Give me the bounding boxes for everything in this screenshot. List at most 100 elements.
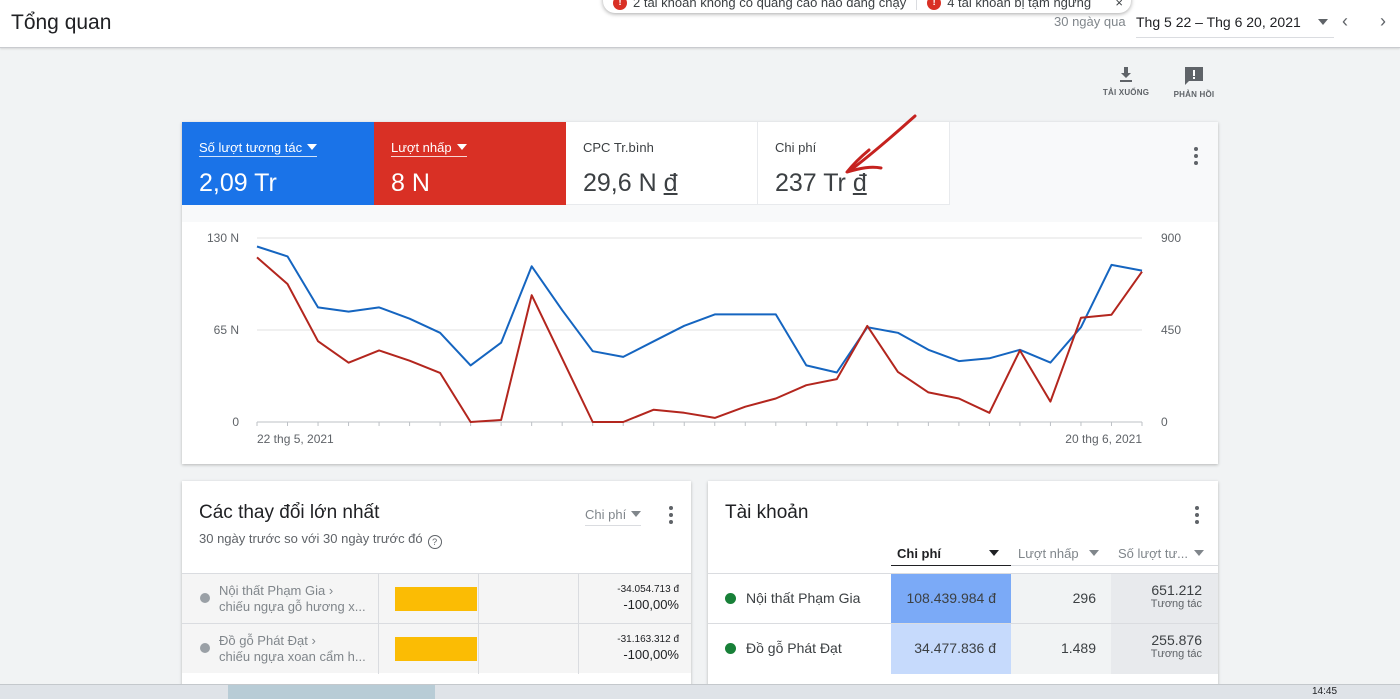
status-dot-icon xyxy=(200,643,210,653)
biggest-changes-card: Các thay đổi lớn nhất 30 ngày trước so v… xyxy=(182,481,691,699)
metric-clicks[interactable]: Lượt nhấp 8 N xyxy=(374,122,566,205)
feedback-label: PHẢN HỒI xyxy=(1173,90,1215,99)
metric-label[interactable]: Lượt nhấp xyxy=(391,140,467,157)
card-title: Các thay đổi lớn nhất xyxy=(199,502,380,523)
x-tick-label: 20 thg 6, 2021 xyxy=(1065,432,1142,446)
table-row[interactable]: Đồ gỗ Phát Đạt 34.477.836 đ 1.489 255.87… xyxy=(708,623,1218,674)
sort-caret-icon xyxy=(1194,550,1205,556)
alert-text: 4 tài khoản bị tạm ngừng xyxy=(947,0,1092,10)
change-amount: -34.054.713 đ xyxy=(617,584,679,595)
currency-symbol: đ xyxy=(663,169,678,197)
cost-cell: 108.439.984 đ xyxy=(891,574,1011,624)
metric-label: Chi phí xyxy=(775,140,817,155)
account-name: Đồ gỗ Phát Đạt › xyxy=(219,633,316,648)
y2-tick-label: 450 xyxy=(1161,323,1181,337)
column-header-clicks[interactable]: Lượt nhấp xyxy=(1018,546,1099,561)
account-name: Đồ gỗ Phát Đạt xyxy=(746,640,842,656)
interactions-cell: 255.876 Tương tác xyxy=(1111,624,1218,674)
feedback-icon xyxy=(1185,67,1203,85)
error-icon: ! xyxy=(613,0,627,10)
column-underline xyxy=(1011,565,1218,566)
more-options-icon[interactable] xyxy=(1195,506,1199,527)
alert-item[interactable]: ! 2 tài khoản không có quảng cáo nào đan… xyxy=(613,0,906,10)
dropdown-caret-icon xyxy=(307,144,318,150)
help-icon[interactable]: ? xyxy=(427,535,442,549)
list-item[interactable]: Nội thất Phạm Gia › chiếu ngựa gỗ hương … xyxy=(182,573,691,624)
change-bar xyxy=(395,587,477,611)
sort-caret-icon xyxy=(989,550,1000,556)
x-tick-label: 22 thg 5, 2021 xyxy=(257,432,334,446)
more-options-icon[interactable] xyxy=(1194,147,1198,168)
alert-text: 2 tài khoản không có quảng cáo nào đang … xyxy=(633,0,907,10)
metric-label[interactable]: Số lượt tương tác xyxy=(199,140,318,157)
next-period-button[interactable]: › xyxy=(1380,11,1386,32)
column-divider xyxy=(578,624,579,674)
change-bar xyxy=(395,637,477,661)
chart-area: 130 N 900 65 N 450 0 0 22 thg 5, 2021 20 thg 6,… xyxy=(182,222,1218,464)
list-item[interactable]: Đồ gỗ Phát Đạt › chiếu ngựa xoan cẩm h..… xyxy=(182,623,691,674)
column-header-interactions[interactable]: Số lượt tư... xyxy=(1118,546,1205,561)
more-options-icon[interactable] xyxy=(669,506,673,527)
download-icon xyxy=(1120,67,1132,82)
alert-item[interactable]: ! 4 tài khoản bị tạm ngừng xyxy=(927,0,1091,10)
download-button[interactable]: TẢI XUỐNG xyxy=(1094,66,1158,97)
sort-caret-icon xyxy=(1088,550,1099,556)
date-range-select[interactable]: Thg 5 22 – Thg 6 20, 2021 xyxy=(1136,12,1334,38)
card-title: Tài khoản xyxy=(725,502,809,523)
campaign-name: chiếu ngựa gỗ hương x... xyxy=(219,599,366,614)
column-header-cost[interactable]: Chi phí xyxy=(897,546,1000,561)
download-label: TẢI XUỐNG xyxy=(1102,88,1150,97)
metric-value: 2,09 Tr xyxy=(199,169,277,197)
column-divider xyxy=(578,574,579,624)
y2-tick-label: 0 xyxy=(1161,415,1168,429)
change-percent: -100,00% xyxy=(623,597,679,612)
active-column-underline xyxy=(891,565,1011,566)
change-amount: -31.163.312 đ xyxy=(617,634,679,645)
dropdown-caret-icon xyxy=(456,144,467,150)
dropdown-caret-icon xyxy=(631,511,642,517)
metric-value: 29,6 N đ xyxy=(583,169,678,197)
close-icon[interactable]: × xyxy=(1115,0,1123,10)
metric-avg-cpc[interactable]: CPC Tr.bình 29,6 N đ xyxy=(566,122,758,205)
top-bar: Tổng quan ! 2 tài khoản không có quảng c… xyxy=(0,0,1400,48)
y-tick-label: 65 N xyxy=(214,323,239,337)
column-divider xyxy=(378,574,379,624)
y2-tick-label: 900 xyxy=(1161,231,1181,245)
account-name: Nội thất Phạm Gia xyxy=(746,590,861,606)
card-subtitle: 30 ngày trước so với 30 ngày trước đó? xyxy=(199,531,442,549)
accounts-card: Tài khoản Chi phí Lượt nhấp Số lượt tư..… xyxy=(708,481,1218,699)
error-icon: ! xyxy=(927,0,942,10)
metric-label: CPC Tr.bình xyxy=(583,140,654,155)
alert-banner: ! 2 tài khoản không có quảng cáo nào đan… xyxy=(603,0,1131,13)
date-range-label: 30 ngày qua xyxy=(1054,14,1126,29)
previous-period-button[interactable]: ‹ xyxy=(1342,11,1348,32)
column-divider xyxy=(478,574,479,624)
column-divider xyxy=(378,624,379,674)
page-title: Tổng quan xyxy=(11,11,112,34)
os-taskbar: 14:45 xyxy=(0,684,1400,699)
interactions-cell: 651.212 Tương tác xyxy=(1111,574,1218,624)
account-name: Nội thất Phạm Gia › xyxy=(219,583,334,598)
metric-interactions[interactable]: Số lượt tương tác 2,09 Tr xyxy=(182,122,374,205)
cost-cell: 34.477.836 đ xyxy=(891,624,1011,674)
campaign-name: chiếu ngựa xoan cẩm h... xyxy=(219,649,366,664)
table-row[interactable]: Nội thất Phạm Gia 108.439.984 đ 296 651.… xyxy=(708,573,1218,624)
metric-value: 8 N xyxy=(391,169,430,197)
series-line-right xyxy=(256,256,1143,423)
dropdown-caret-icon xyxy=(1318,19,1328,25)
metric-selector[interactable]: Chi phí xyxy=(585,507,642,526)
annotation-arrow-icon xyxy=(845,114,917,174)
feedback-button[interactable]: PHẢN HỒI xyxy=(1162,66,1226,99)
clicks-cell: 296 xyxy=(1011,574,1111,624)
y-tick-label: 130 N xyxy=(207,231,239,245)
alert-divider xyxy=(916,0,918,10)
line-chart: 130 N 900 65 N 450 0 0 22 thg 5, 2021 20 thg 6,… xyxy=(207,231,1181,446)
status-dot-icon xyxy=(200,593,210,603)
column-divider xyxy=(478,624,479,674)
taskbar-apps[interactable] xyxy=(228,685,435,699)
overview-chart-card: Số lượt tương tác 2,09 Tr Lượt nhấp 8 N … xyxy=(182,114,1218,464)
change-percent: -100,00% xyxy=(623,647,679,662)
y-tick-label: 0 xyxy=(232,415,239,429)
date-range-value: Thg 5 22 – Thg 6 20, 2021 xyxy=(1136,14,1301,30)
status-dot-icon xyxy=(725,593,736,604)
